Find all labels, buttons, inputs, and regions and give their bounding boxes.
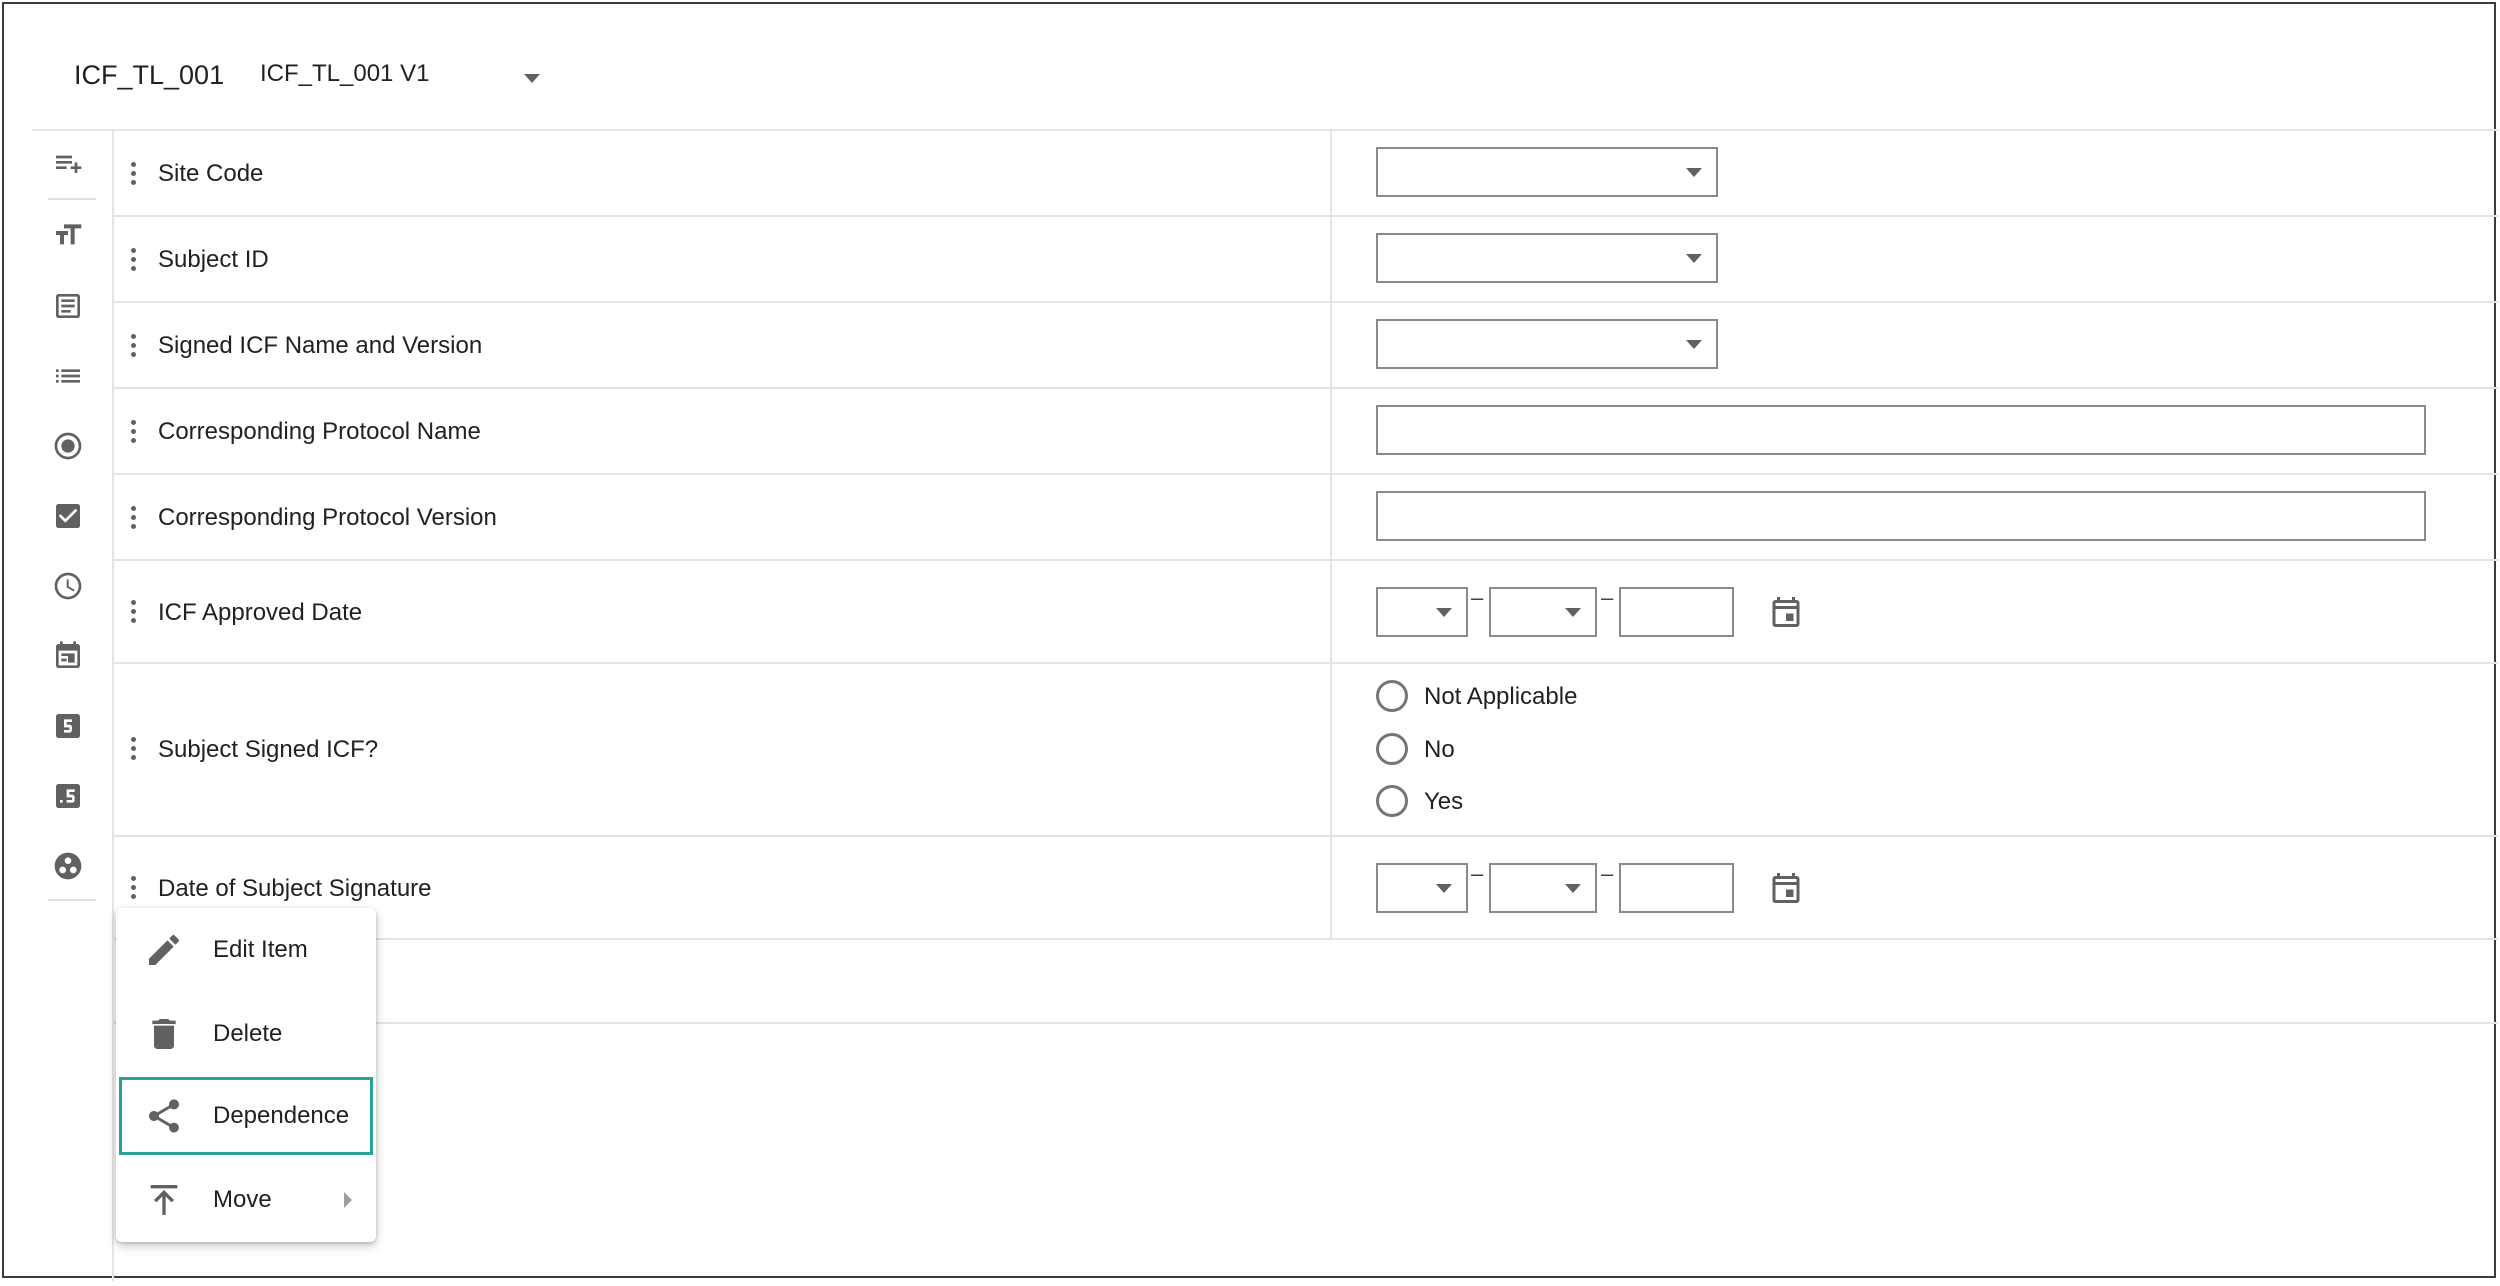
menu-item-label: Dependence <box>213 1102 350 1129</box>
month-select[interactable] <box>1489 587 1597 637</box>
more-vert-icon[interactable] <box>130 506 138 532</box>
more-vert-icon[interactable] <box>130 420 138 446</box>
year-input[interactable] <box>1619 587 1734 637</box>
move-top-icon <box>144 1180 184 1220</box>
version-select-value: ICF_TL_001 V1 <box>260 60 430 87</box>
more-vert-icon[interactable] <box>130 737 138 763</box>
radio-label: No <box>1424 736 1455 763</box>
item-label: Corresponding Protocol Name <box>158 418 481 445</box>
menu-item-label: Delete <box>213 1020 283 1047</box>
item-type-toolbar <box>32 131 114 1281</box>
more-vert-icon[interactable] <box>130 248 138 274</box>
chevron-down-icon <box>1686 168 1702 177</box>
item-label: Subject Signed ICF? <box>158 736 379 763</box>
chevron-down-icon <box>1686 254 1702 263</box>
item-label: ICF Approved Date <box>158 599 363 626</box>
radio-button[interactable] <box>1376 680 1408 712</box>
more-vert-icon[interactable] <box>130 162 138 188</box>
form-row-empty <box>114 940 2498 1024</box>
time-icon[interactable] <box>50 568 86 604</box>
form-row-protocol-version: Corresponding Protocol Version <box>114 475 2498 561</box>
form-row-protocol-name: Corresponding Protocol Name <box>114 389 2498 475</box>
protocol-version-input[interactable] <box>1376 491 2426 541</box>
add-item-icon[interactable] <box>50 147 86 183</box>
chevron-down-icon <box>1565 608 1581 617</box>
menu-item-dependence[interactable]: Dependence <box>116 1074 376 1158</box>
date-separator: – <box>1601 585 1614 610</box>
text-field-icon[interactable] <box>50 217 86 253</box>
decimal-icon[interactable] <box>50 778 86 814</box>
calendar-icon[interactable] <box>1768 870 1804 906</box>
form-row-icf-approved-date: ICF Approved Date – – <box>114 561 2498 664</box>
year-input[interactable] <box>1619 863 1734 913</box>
day-select[interactable] <box>1376 587 1468 637</box>
menu-item-edit-item[interactable]: Edit Item <box>116 908 376 992</box>
radio-button[interactable] <box>1376 733 1408 765</box>
pencil-icon <box>144 930 184 970</box>
subject-id-dropdown[interactable] <box>1376 233 1718 283</box>
version-select[interactable]: ICF_TL_001 V1 <box>260 60 560 96</box>
date-separator: – <box>1601 861 1614 886</box>
textarea-icon[interactable] <box>50 288 86 324</box>
app-window: ICF_TL_001 ICF_TL_001 V1 Site Code Subje… <box>2 2 2498 1281</box>
protocol-name-input[interactable] <box>1376 405 2426 455</box>
group-icon[interactable] <box>50 848 86 884</box>
radio-label: Yes <box>1424 788 1464 815</box>
item-label: Site Code <box>158 160 264 187</box>
chevron-down-icon <box>1436 608 1452 617</box>
menu-item-delete[interactable]: Delete <box>116 992 376 1076</box>
date-icon[interactable] <box>50 638 86 674</box>
item-label: Subject ID <box>158 246 269 273</box>
more-vert-icon[interactable] <box>130 600 138 626</box>
trash-icon <box>144 1014 184 1054</box>
chevron-down-icon <box>1686 340 1702 349</box>
form-header: ICF_TL_001 ICF_TL_001 V1 <box>32 4 2498 131</box>
signed-icf-dropdown[interactable] <box>1376 319 1718 369</box>
share-icon <box>144 1096 184 1136</box>
radio-label: Not Applicable <box>1424 683 1578 710</box>
chevron-right-icon <box>344 1192 352 1208</box>
list-icon[interactable] <box>50 358 86 394</box>
month-select[interactable] <box>1489 863 1597 913</box>
date-separator: – <box>1471 861 1484 886</box>
form-row-site-code: Site Code <box>114 131 2498 217</box>
integer-icon[interactable] <box>50 708 86 744</box>
calendar-icon[interactable] <box>1768 594 1804 630</box>
chevron-down-icon <box>1436 884 1452 893</box>
item-label: Corresponding Protocol Version <box>158 504 497 531</box>
day-select[interactable] <box>1376 863 1468 913</box>
form-row-subject-id: Subject ID <box>114 217 2498 303</box>
checkbox-icon[interactable] <box>50 498 86 534</box>
item-label: Date of Subject Signature <box>158 875 432 902</box>
form-name: ICF_TL_001 <box>74 60 225 90</box>
date-separator: – <box>1471 585 1484 610</box>
site-code-dropdown[interactable] <box>1376 147 1718 197</box>
form-row-date-of-signature: Date of Subject Signature – – <box>114 837 2498 940</box>
more-vert-icon[interactable] <box>130 876 138 902</box>
toolbar-divider <box>48 899 96 901</box>
chevron-down-icon <box>524 74 540 83</box>
item-label: Signed ICF Name and Version <box>158 332 483 359</box>
menu-item-label: Move <box>213 1186 272 1213</box>
form-row-signed-icf: Signed ICF Name and Version <box>114 303 2498 389</box>
radio-icon[interactable] <box>50 428 86 464</box>
menu-item-move[interactable]: Move <box>116 1158 376 1242</box>
more-vert-icon[interactable] <box>130 334 138 360</box>
item-context-menu: Edit Item Delete Dependence Move <box>116 908 376 1242</box>
toolbar-divider <box>48 198 96 200</box>
chevron-down-icon <box>1565 884 1581 893</box>
form-row-subject-signed-icf: Subject Signed ICF? Not Applicable No Ye… <box>114 664 2498 837</box>
menu-item-label: Edit Item <box>213 936 308 963</box>
radio-button[interactable] <box>1376 785 1408 817</box>
